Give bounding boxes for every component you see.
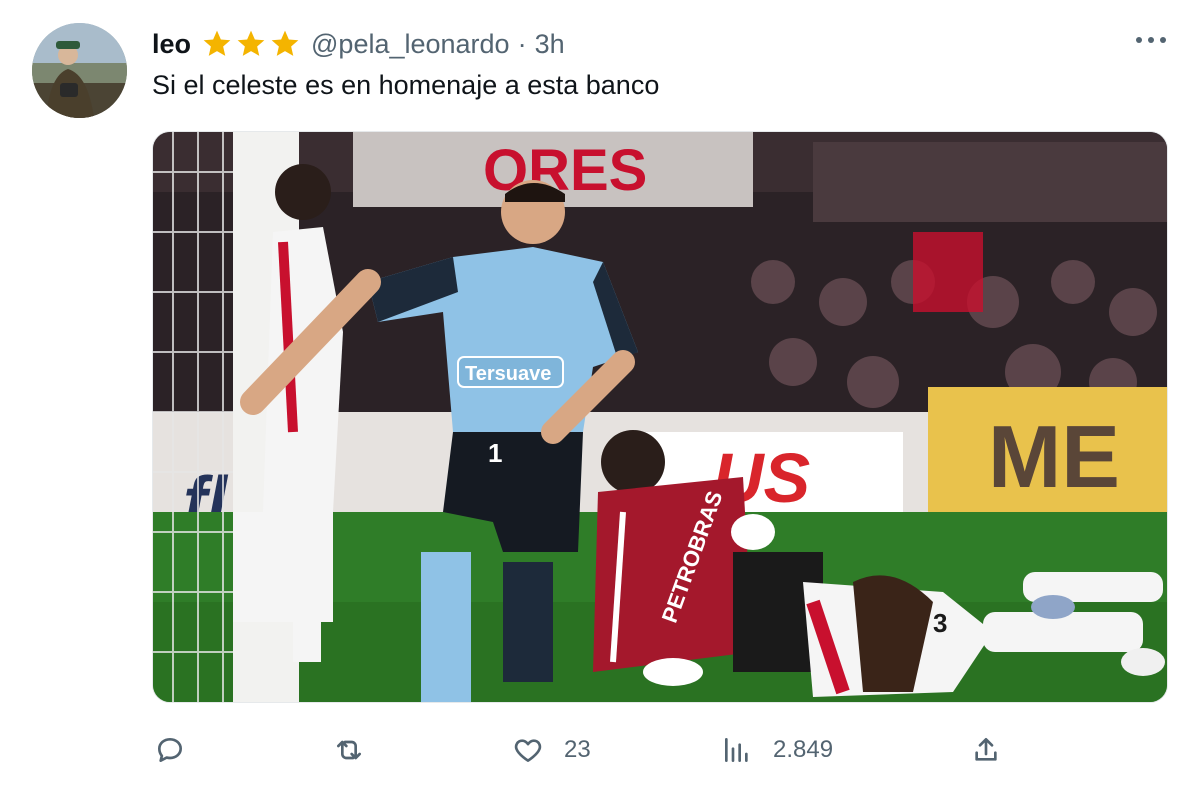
shirt-sponsor: Tersuave (465, 363, 551, 385)
like-button[interactable]: 23 (512, 728, 591, 772)
views-button[interactable]: 2.849 (721, 728, 833, 772)
tweet-header: leo @pela_leonardo · 3h (152, 26, 565, 62)
share-button[interactable] (970, 728, 1002, 772)
star-icon (203, 30, 231, 56)
views-icon (725, 738, 748, 762)
timestamp[interactable]: 3h (535, 29, 565, 60)
tweet-text: Si el celeste es en homenaje a esta banc… (152, 70, 660, 100)
shorts-number: 1 (488, 438, 502, 468)
board-text-yellow: ME (988, 407, 1120, 506)
separator-dot: · (517, 28, 527, 59)
avatar-image (32, 23, 127, 118)
display-name[interactable]: leo (152, 29, 191, 60)
star-icon (271, 30, 299, 56)
defender-number: 3 (933, 608, 947, 638)
badge-stars (201, 28, 301, 60)
retweet-button[interactable] (333, 728, 385, 772)
share-icon (975, 738, 997, 761)
tweet-photo[interactable]: ORES fl ch US ME (152, 131, 1168, 703)
reply-icon (158, 738, 182, 762)
football-photo: ORES fl ch US ME (153, 132, 1167, 702)
star-icon (237, 30, 265, 56)
retweet-icon (337, 740, 361, 760)
views-count: 2.849 (773, 736, 834, 763)
avatar[interactable] (32, 23, 127, 118)
heart-icon (514, 739, 542, 762)
more-options-icon[interactable] (1134, 30, 1168, 50)
user-handle[interactable]: @pela_leonardo (311, 29, 510, 60)
action-bar: 23 2.849 (0, 728, 1200, 772)
like-count: 23 (564, 736, 591, 763)
reply-button[interactable] (154, 728, 206, 772)
